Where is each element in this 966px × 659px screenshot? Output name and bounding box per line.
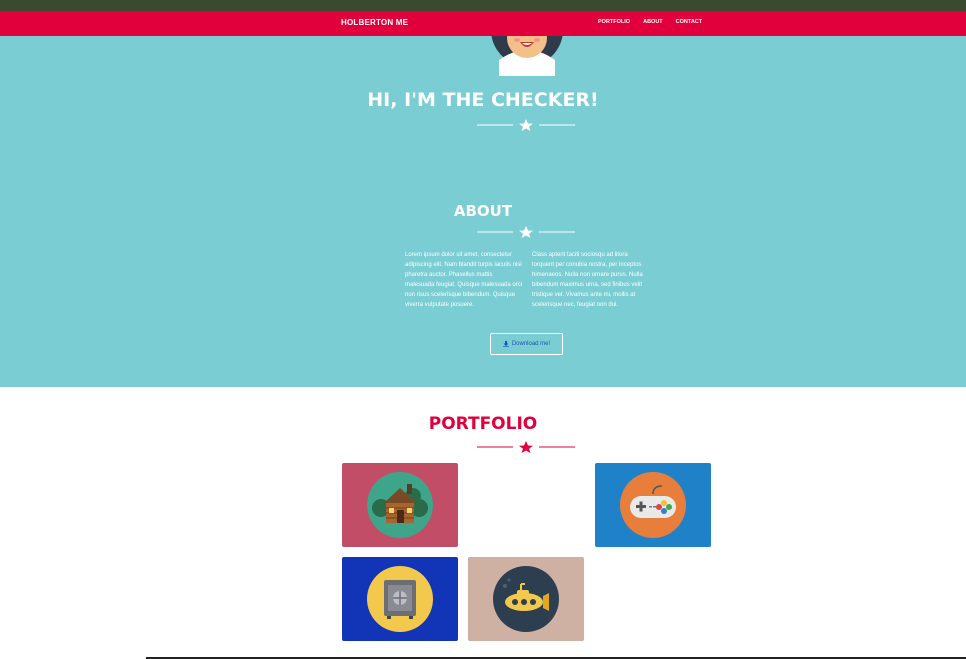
navbar: HOLBERTON ME PORTFOLIO ABOUT CONTACT — [0, 11, 966, 36]
cabin-icon — [367, 472, 433, 538]
download-label: Download me! — [511, 341, 551, 347]
gamepad-icon — [620, 472, 686, 538]
about-title: ABOUT — [453, 202, 513, 220]
nav-links: PORTFOLIO ABOUT CONTACT — [598, 19, 702, 25]
safe-icon — [367, 566, 433, 632]
portfolio-item-gamepad[interactable] — [595, 463, 711, 547]
about-paragraph-left: Lorem ipsum dolor sit amet, consectetur … — [405, 252, 523, 308]
portfolio-title: PORTFOLIO — [428, 414, 538, 434]
nav-link-about[interactable]: ABOUT — [643, 19, 663, 25]
browser-top-strip — [0, 0, 966, 11]
star-divider-icon — [477, 226, 575, 238]
about-paragraph-right: Class aptent taciti sociosqu ad litora t… — [532, 252, 643, 308]
portfolio-item-submarine[interactable] — [468, 557, 584, 641]
portfolio-item-safe[interactable] — [342, 557, 458, 641]
download-button[interactable]: Download me! — [490, 333, 563, 355]
star-divider-icon — [477, 119, 575, 131]
nav-link-contact[interactable]: CONTACT — [676, 19, 702, 25]
about-text-left: Lorem ipsum dolor sit amet, consectetur … — [405, 250, 523, 310]
submarine-icon — [493, 566, 559, 632]
brand-link[interactable]: HOLBERTON ME — [341, 18, 408, 27]
portfolio-item-cabin[interactable] — [342, 463, 458, 547]
hero-section: HI, I'M THE CHECKER! ABOUT Lorem ipsum d… — [0, 26, 966, 387]
nav-link-portfolio[interactable]: PORTFOLIO — [598, 19, 630, 25]
about-text-right: Class aptent taciti sociosqu ad litora t… — [532, 250, 650, 310]
star-divider-icon — [477, 441, 575, 453]
download-icon — [502, 341, 509, 347]
hero-title: HI, I'M THE CHECKER! — [367, 89, 599, 111]
